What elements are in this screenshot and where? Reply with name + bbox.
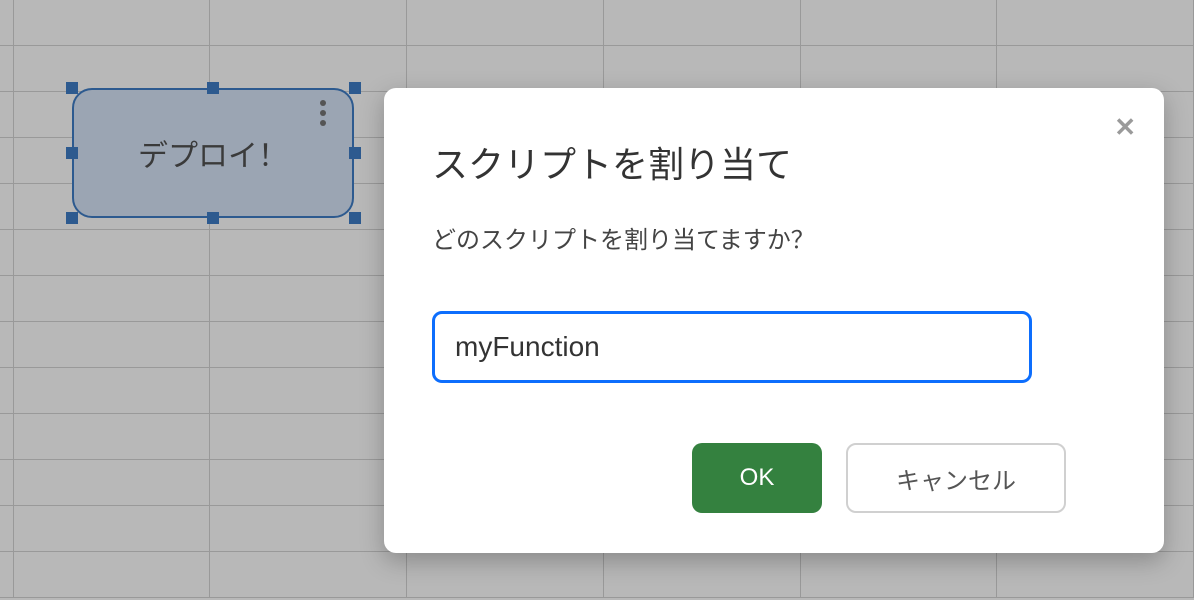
selection-handle[interactable] bbox=[349, 82, 361, 94]
assign-script-dialog: ✕ スクリプトを割り当て どのスクリプトを割り当てますか？ OK キャンセル bbox=[384, 88, 1164, 553]
cancel-button[interactable]: キャンセル bbox=[846, 443, 1066, 513]
ok-button[interactable]: OK bbox=[692, 443, 822, 513]
dialog-subtitle: どのスクリプトを割り当てますか？ bbox=[432, 220, 1116, 255]
deploy-button-label: デプロイ！ bbox=[138, 131, 288, 175]
selection-handle[interactable] bbox=[207, 212, 219, 224]
selection-handle[interactable] bbox=[349, 212, 361, 224]
close-icon[interactable]: ✕ bbox=[1114, 112, 1136, 143]
shape-context-menu-icon[interactable] bbox=[320, 100, 326, 126]
selection-handle[interactable] bbox=[66, 82, 78, 94]
dialog-button-row: OK キャンセル bbox=[692, 443, 1116, 513]
selection-handle[interactable] bbox=[207, 82, 219, 94]
deploy-button-shape[interactable]: デプロイ！ bbox=[72, 88, 354, 218]
selection-handle[interactable] bbox=[349, 147, 361, 159]
selection-handle[interactable] bbox=[66, 147, 78, 159]
selection-handle[interactable] bbox=[66, 212, 78, 224]
dialog-title: スクリプトを割り当て bbox=[432, 136, 1116, 188]
script-name-input[interactable] bbox=[432, 311, 1032, 383]
